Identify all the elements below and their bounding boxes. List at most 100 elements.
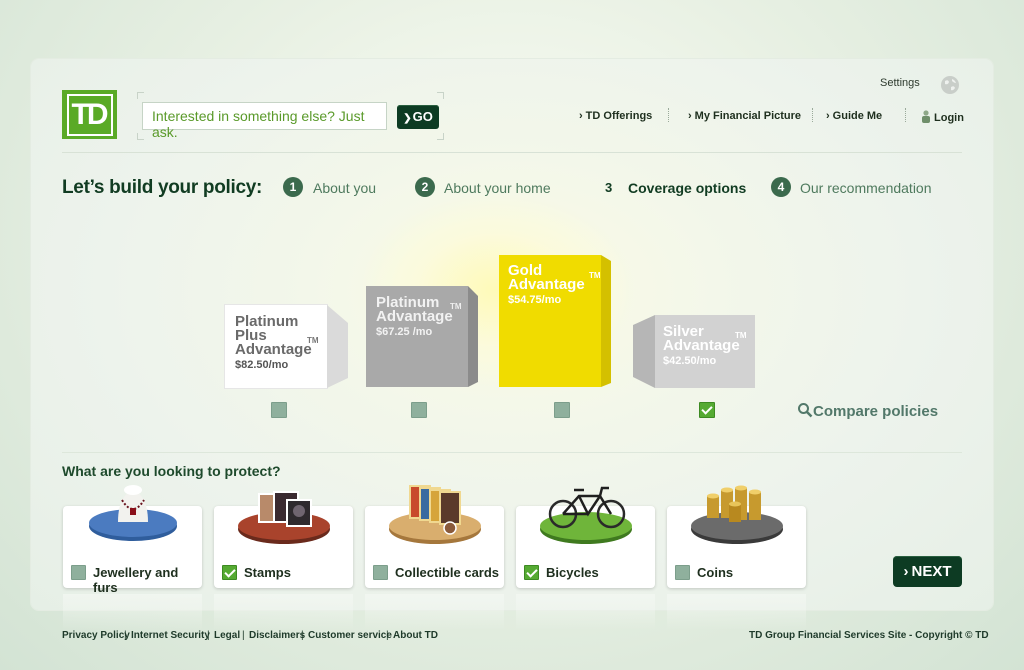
policy-silver[interactable]: Silver Advantage $42.50/mo TM bbox=[633, 315, 755, 388]
go-label: GO bbox=[412, 109, 433, 124]
trademark: TM bbox=[307, 336, 319, 345]
protect-checkbox[interactable] bbox=[71, 565, 86, 580]
stamps-icon bbox=[238, 491, 330, 544]
box-side bbox=[327, 305, 348, 388]
card-reflection bbox=[516, 594, 655, 630]
nav-divider bbox=[668, 108, 669, 122]
policy-name-line: Advantage bbox=[663, 337, 740, 354]
footer-legal[interactable]: Legal bbox=[214, 630, 240, 641]
compare-policies-link[interactable]: Compare policies bbox=[797, 402, 938, 420]
box-text: Gold Advantage $54.75/mo bbox=[508, 263, 585, 307]
card-reflection bbox=[365, 594, 504, 630]
policy-gold[interactable]: Gold Advantage $54.75/mo TM bbox=[499, 255, 611, 387]
step-number-4: 4 bbox=[771, 177, 791, 197]
step-coverage-options: Coverage options bbox=[628, 180, 747, 196]
nav-label: Login bbox=[934, 112, 964, 124]
logo-text: TD bbox=[66, 93, 113, 136]
magnifier-icon bbox=[798, 403, 813, 418]
frame-corner bbox=[137, 92, 144, 99]
step-number-3: 3 bbox=[605, 180, 613, 195]
go-button[interactable]: ❯GO bbox=[397, 105, 439, 129]
box-side bbox=[633, 315, 655, 388]
policy-checkbox-gold[interactable] bbox=[554, 402, 570, 418]
protect-label: Collectible cards bbox=[395, 565, 500, 580]
next-button[interactable]: › NEXT bbox=[893, 556, 962, 587]
protect-checkbox[interactable] bbox=[675, 565, 690, 580]
footer-separator: | bbox=[301, 630, 304, 641]
td-logo[interactable]: TD bbox=[62, 90, 117, 139]
nav-label: Guide Me bbox=[832, 110, 883, 122]
step-number-2: 2 bbox=[415, 177, 435, 197]
policy-name-line: Advantage bbox=[235, 341, 312, 358]
policy-checkbox-platinum-plus[interactable] bbox=[271, 402, 287, 418]
box-text: Silver Advantage $42.50/mo bbox=[663, 324, 740, 368]
chevron-right-icon: › bbox=[903, 563, 909, 580]
footer-privacy-policy[interactable]: Privacy Policy bbox=[62, 630, 130, 641]
step-number-1: 1 bbox=[283, 177, 303, 197]
trademark: TM bbox=[450, 302, 462, 311]
policy-checkbox-silver[interactable] bbox=[699, 402, 715, 418]
policy-name-line: Advantage bbox=[508, 276, 585, 293]
nav-guide-me[interactable]: › Guide Me bbox=[826, 110, 882, 122]
frame-corner bbox=[137, 133, 144, 140]
protect-card-jewellery[interactable]: Jewellery and furs bbox=[63, 485, 202, 595]
section-divider bbox=[62, 452, 962, 453]
protect-checkbox[interactable] bbox=[373, 565, 388, 580]
box-side bbox=[468, 286, 478, 387]
copyright-text: TD Group Financial Services Site - Copyr… bbox=[749, 630, 989, 641]
policy-checkbox-platinum[interactable] bbox=[411, 402, 427, 418]
protect-checkbox[interactable] bbox=[524, 565, 539, 580]
protect-card-coins[interactable]: Coins bbox=[667, 485, 806, 588]
footer-internet-security[interactable]: Internet Security bbox=[131, 630, 210, 641]
nav-divider bbox=[905, 108, 906, 122]
search-input[interactable]: Interested in something else? Just ask. bbox=[142, 102, 387, 140]
chevron-right-icon: › bbox=[826, 110, 830, 122]
protect-label: Stamps bbox=[244, 565, 291, 580]
protect-label: Coins bbox=[697, 565, 734, 580]
step-about-your-home[interactable]: About your home bbox=[444, 180, 551, 196]
settings-link[interactable]: Settings bbox=[880, 77, 920, 89]
footer-customer-service[interactable]: Customer service bbox=[308, 630, 392, 641]
nav-label: My Financial Picture bbox=[694, 110, 802, 122]
policy-platinum-plus[interactable]: Platinum Plus Advantage $82.50/mo TM bbox=[225, 305, 348, 388]
protect-card-collectible-cards[interactable]: Collectible cards bbox=[365, 485, 504, 588]
card-reflection bbox=[214, 594, 353, 630]
chevron-right-icon: › bbox=[579, 110, 583, 122]
nav-my-financial-picture[interactable]: › My Financial Picture bbox=[688, 110, 801, 122]
footer-separator: | bbox=[124, 630, 127, 641]
box-text: Platinum Advantage $67.25 /mo bbox=[376, 295, 453, 339]
trademark: TM bbox=[735, 331, 747, 340]
globe-icon[interactable] bbox=[940, 75, 960, 95]
policy-price: $67.25 /mo bbox=[376, 326, 433, 338]
frame-corner bbox=[437, 133, 444, 140]
chevron-right-icon: › bbox=[688, 110, 692, 122]
protect-checkbox[interactable] bbox=[222, 565, 237, 580]
page-title: Let’s build your policy: bbox=[62, 177, 263, 198]
necklace-icon bbox=[89, 485, 177, 541]
step-our-recommendation: Our recommendation bbox=[800, 180, 932, 196]
footer-separator: | bbox=[207, 630, 210, 641]
protect-card-bicycles[interactable]: Bicycles bbox=[516, 486, 655, 588]
user-icon bbox=[922, 110, 930, 123]
nav-label: TD Offerings bbox=[585, 110, 653, 122]
protect-card-stamps[interactable]: Stamps bbox=[214, 491, 353, 588]
nav-td-offerings[interactable]: › TD Offerings bbox=[579, 110, 652, 122]
nav-divider bbox=[812, 108, 813, 122]
policy-platinum[interactable]: Platinum Advantage $67.25 /mo TM bbox=[366, 286, 478, 387]
card-reflection bbox=[667, 594, 806, 630]
footer-separator: | bbox=[386, 630, 389, 641]
policy-price: $42.50/mo bbox=[663, 355, 717, 367]
nav-login[interactable]: Login bbox=[921, 110, 964, 124]
footer-about-td[interactable]: About TD bbox=[393, 630, 438, 641]
next-label: NEXT bbox=[911, 563, 952, 580]
box-text: Platinum Plus Advantage $82.50/mo bbox=[235, 314, 312, 372]
frame-corner bbox=[437, 92, 444, 99]
policy-name-line: Advantage bbox=[376, 308, 453, 325]
footer-disclaimers[interactable]: Disclaimers bbox=[249, 630, 305, 641]
bicycle-icon bbox=[540, 486, 632, 544]
chevron-right-icon: ❯ bbox=[403, 113, 412, 124]
trademark: TM bbox=[589, 271, 601, 280]
compare-label: Compare policies bbox=[813, 403, 939, 420]
footer-separator: | bbox=[242, 630, 245, 641]
step-about-you[interactable]: About you bbox=[313, 180, 376, 196]
